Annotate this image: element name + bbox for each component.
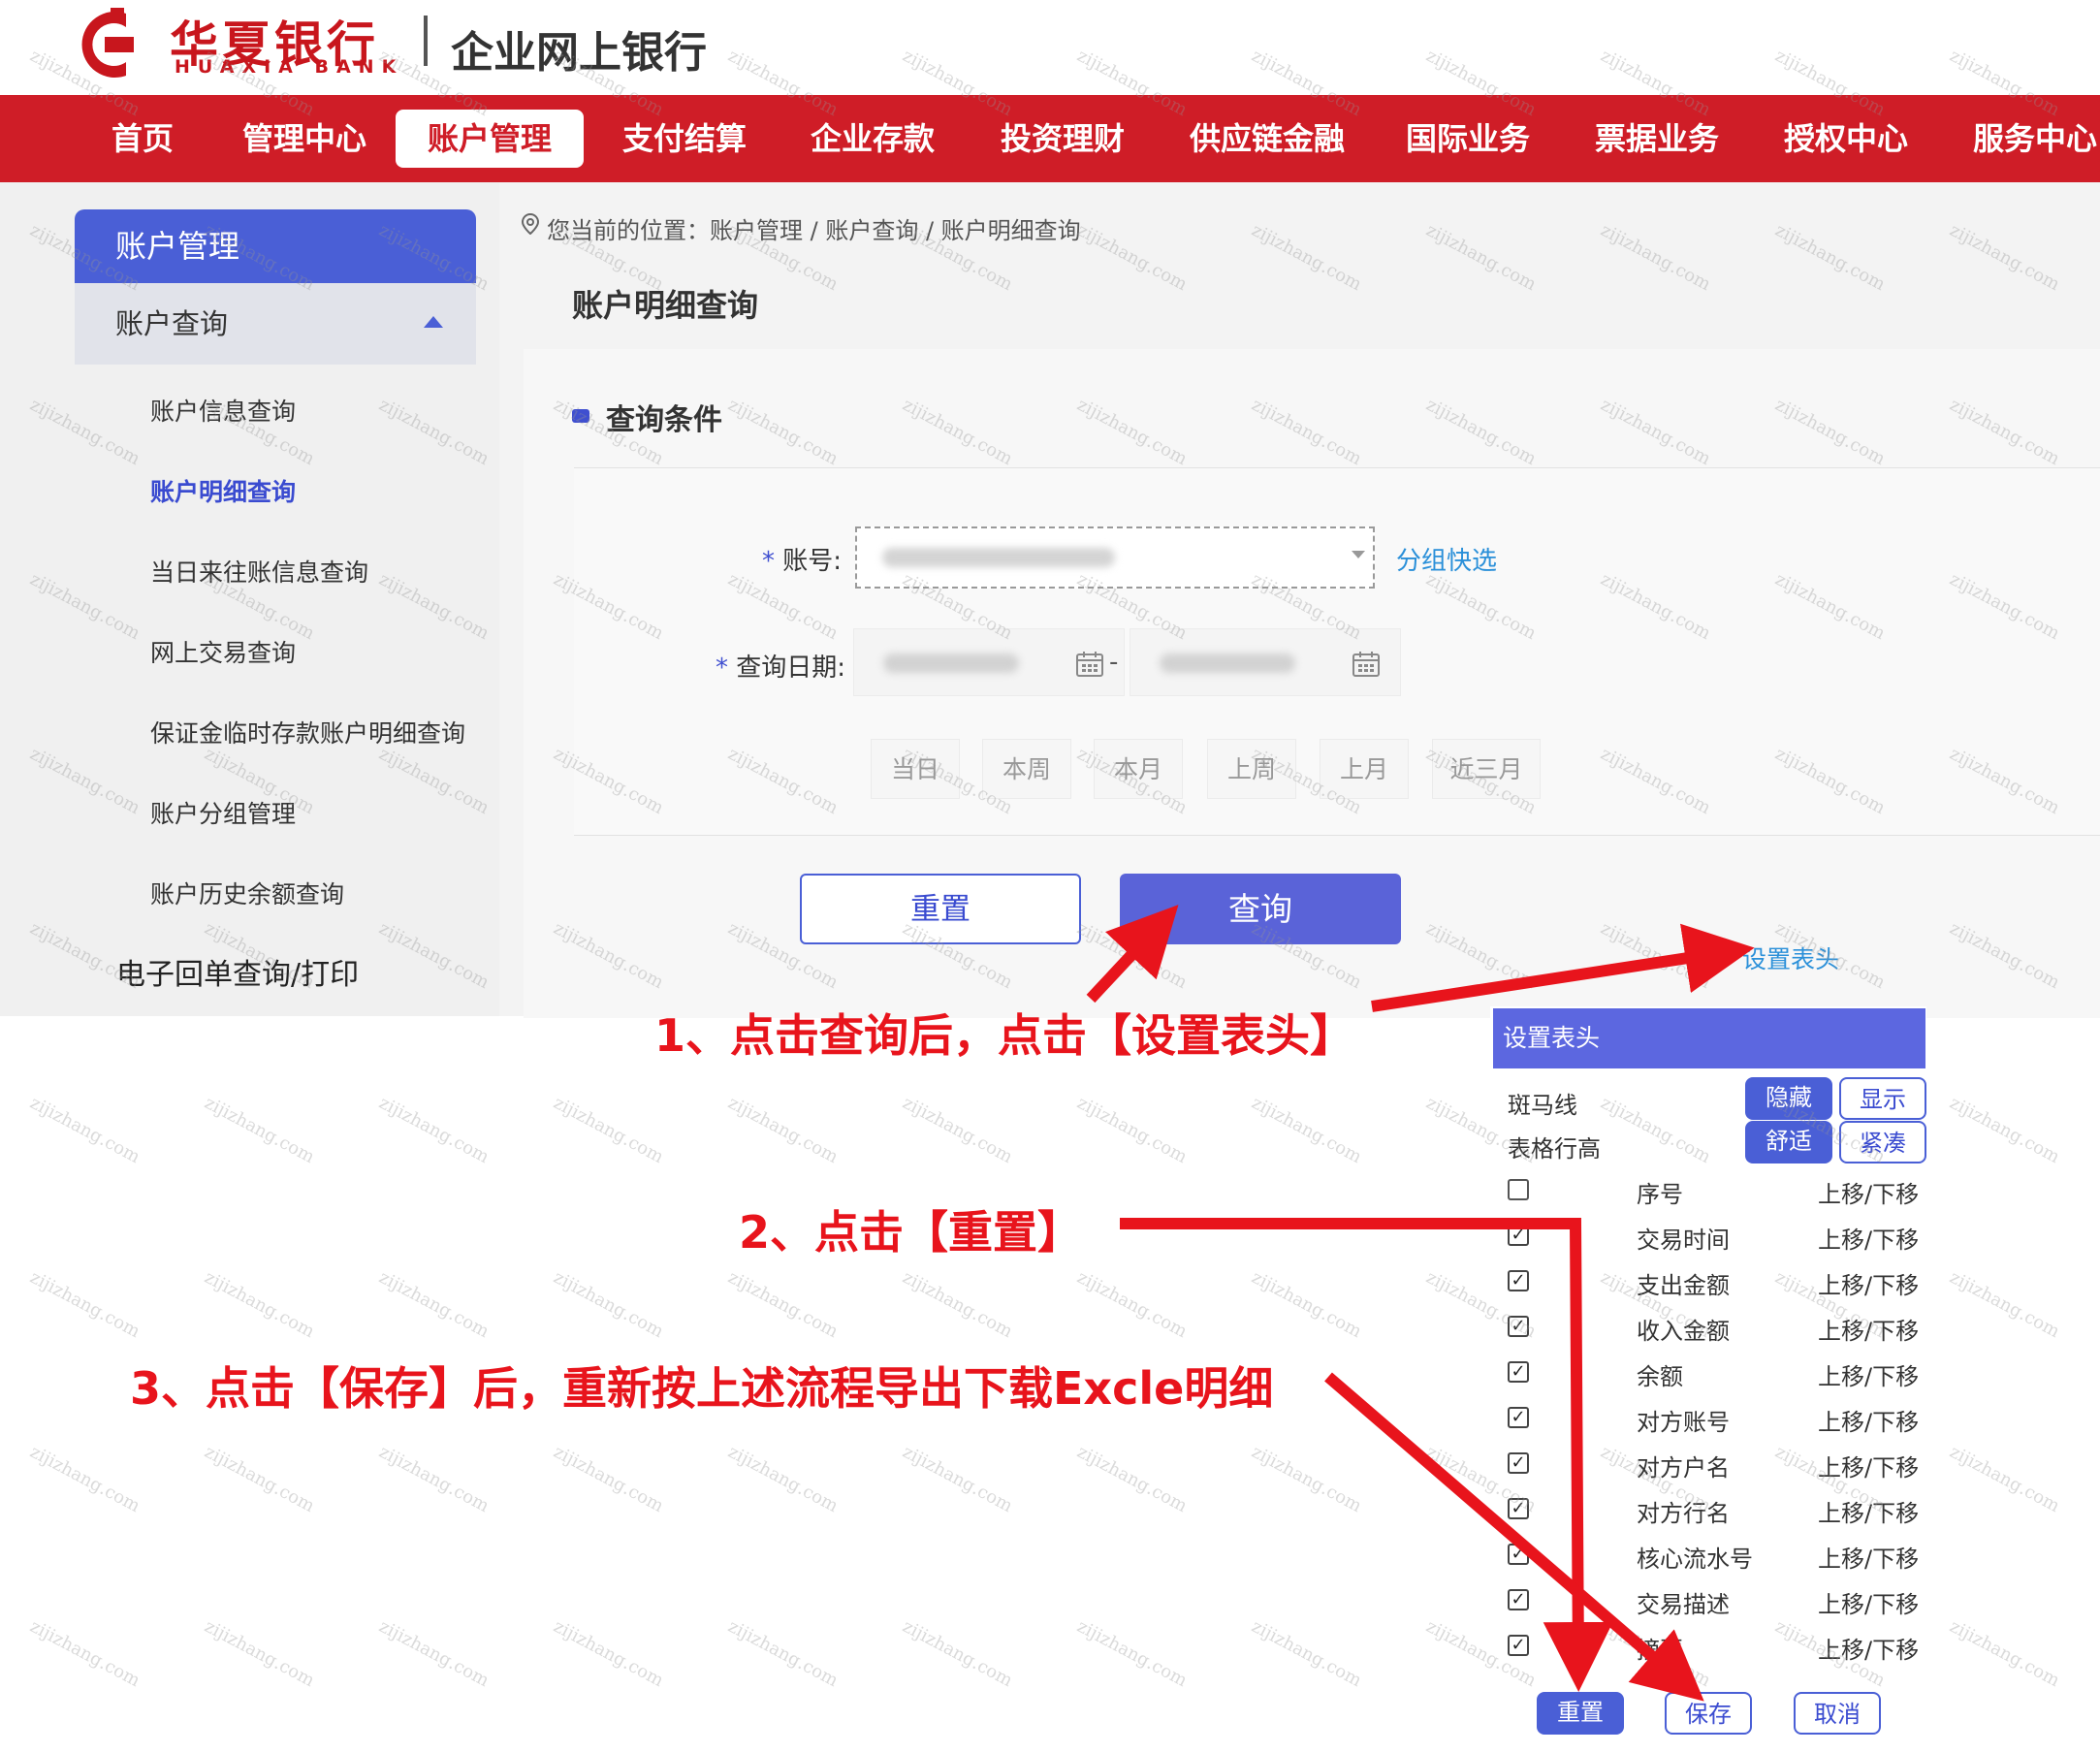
arrow-to-dialog-reset <box>1120 1218 1613 1692</box>
annotation-arrows <box>1086 905 1755 1702</box>
arrow-to-dialog-save <box>1324 1372 1704 1702</box>
arrow-to-query-button <box>1086 905 1179 1004</box>
annotation-step-2: 2、点击【重置】 <box>739 1206 1083 1259</box>
annotation-step-1: 1、点击查询后，点击【设置表头】 <box>654 1009 1355 1062</box>
annotation-step-3: 3、点击【保存】后，重新按上述流程导出下载Excle明细 <box>130 1362 1274 1415</box>
arrow-to-set-header <box>1371 923 1755 1012</box>
